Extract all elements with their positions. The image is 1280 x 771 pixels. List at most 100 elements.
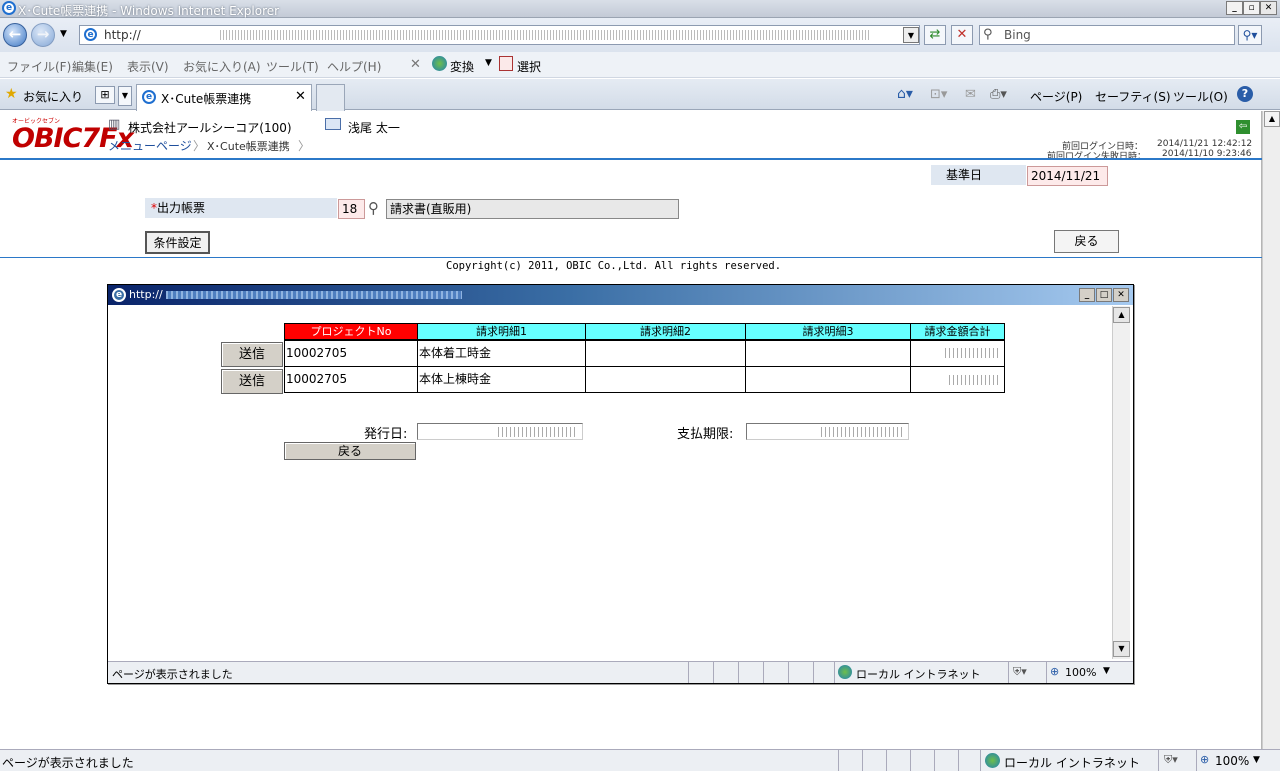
- issue-date-field[interactable]: [417, 423, 583, 440]
- send-button-1[interactable]: 送信: [221, 342, 283, 367]
- table-row-2-project: 10002705: [284, 366, 418, 393]
- protected-mode-icon[interactable]: ⛨▾: [1164, 753, 1178, 767]
- output-code-field[interactable]: 18: [338, 199, 365, 219]
- tab-list-icon[interactable]: ▼: [118, 86, 132, 106]
- minimize-icon[interactable]: _: [1226, 1, 1243, 15]
- zoom-dropdown-icon[interactable]: ▼: [1253, 755, 1260, 765]
- status-seg-5: [934, 750, 935, 771]
- menu-favorites[interactable]: お気に入り(A): [183, 58, 261, 75]
- base-date-field[interactable]: 2014/11/21: [1027, 166, 1108, 186]
- table-row-1-detail2: [585, 340, 746, 367]
- help-icon[interactable]: ?: [1237, 86, 1253, 102]
- popup-status-seg-2: [713, 662, 714, 683]
- user-name: 浅尾 太一: [348, 121, 400, 135]
- popup-minimize-icon[interactable]: _: [1079, 288, 1095, 302]
- main-scrollbar[interactable]: ▲: [1262, 111, 1280, 749]
- header-divider: [0, 158, 1262, 160]
- tab-close-icon[interactable]: ✕: [295, 89, 306, 104]
- address-row: ← → ▼ e http:// ▼ ⇄ ✕ ⚲ Bing ⚲▾: [0, 18, 1280, 52]
- mail-icon[interactable]: ✉: [965, 87, 976, 102]
- page-menu[interactable]: ページ(P): [1030, 88, 1082, 105]
- back-nav-icon[interactable]: ←: [3, 23, 27, 47]
- breadcrumb-menu-link[interactable]: メニューページ: [108, 137, 192, 154]
- select-button[interactable]: 選択: [517, 58, 541, 75]
- forward-nav-icon[interactable]: →: [31, 23, 55, 47]
- due-date-field[interactable]: [746, 423, 909, 440]
- select-icon: [499, 56, 513, 71]
- menu-view[interactable]: 表示(V): [127, 58, 169, 75]
- status-seg-8: [1158, 750, 1159, 771]
- quick-tabs-icon[interactable]: ⊞: [95, 86, 115, 104]
- due-date-label: 支払期限:: [677, 427, 734, 442]
- print-icon[interactable]: ⎙▾: [990, 87, 1007, 102]
- address-dropdown-icon[interactable]: ▼: [903, 27, 919, 43]
- popup-zoom-icon[interactable]: ⊕: [1050, 665, 1059, 678]
- home-icon[interactable]: ⌂▾: [897, 86, 913, 102]
- popup-back-button[interactable]: 戻る: [284, 442, 416, 460]
- ie-logo-icon: e: [2, 1, 16, 15]
- company-icon: ▥: [108, 117, 121, 132]
- close-icon[interactable]: ✕: [1260, 1, 1277, 15]
- table-row-2-total: [910, 366, 1005, 393]
- popup-status-bar: ページが表示されました ローカル イントラネット ⛨▾ ⊕ 100% ▼: [108, 661, 1133, 683]
- zoom-text[interactable]: 100%: [1215, 754, 1249, 768]
- popup-status-seg-5: [788, 662, 789, 683]
- popup-scroll-up-icon[interactable]: ▲: [1113, 307, 1130, 323]
- popup-zoom-text[interactable]: 100%: [1065, 666, 1096, 679]
- condition-setting-button[interactable]: 条件設定: [145, 231, 210, 254]
- popup-status-seg-9: [1046, 662, 1047, 683]
- convert-button[interactable]: 変換: [450, 58, 474, 75]
- zoom-icon[interactable]: ⊕: [1200, 753, 1209, 766]
- back-button[interactable]: 戻る: [1054, 230, 1119, 253]
- feeds-icon[interactable]: ⊡▾: [930, 87, 947, 102]
- col-project-no: プロジェクトNo: [284, 323, 418, 340]
- popup-scrollbar[interactable]: ▲ ▼: [1112, 306, 1130, 659]
- menu-file[interactable]: ファイル(F): [7, 58, 71, 75]
- safety-menu[interactable]: セーフティ(S): [1095, 88, 1171, 105]
- convert-dropdown-icon[interactable]: ▼: [485, 58, 492, 68]
- total-blurred-2: [949, 375, 1001, 385]
- status-seg-7: [980, 750, 981, 771]
- refresh-icon[interactable]: ⇄: [924, 25, 946, 45]
- zone-text: ローカル イントラネット: [1004, 756, 1140, 770]
- scroll-up-icon[interactable]: ▲: [1264, 111, 1280, 127]
- menu-edit[interactable]: 編集(E): [72, 58, 113, 75]
- popup-titlebar: e http:// _ □ ✕: [108, 285, 1133, 305]
- status-seg-9: [1196, 750, 1197, 771]
- base-date-label: 基準日: [931, 165, 1026, 185]
- search-go-icon[interactable]: ⚲▾: [1238, 25, 1262, 45]
- lookup-search-icon[interactable]: ⚲: [368, 199, 379, 217]
- table-row-1-project: 10002705: [284, 340, 418, 367]
- popup-address-blurred: [166, 291, 462, 299]
- popup-close-icon[interactable]: ✕: [1113, 288, 1129, 302]
- popup-maximize-icon[interactable]: □: [1096, 288, 1112, 302]
- popup-scroll-down-icon[interactable]: ▼: [1113, 641, 1130, 657]
- toolbar-close-icon[interactable]: ✕: [410, 57, 421, 72]
- address-bar[interactable]: e http:// ▼: [79, 25, 920, 45]
- output-report-label: *出力帳票: [145, 198, 337, 218]
- send-button-2[interactable]: 送信: [221, 369, 283, 394]
- new-tab-button[interactable]: [316, 84, 345, 111]
- restore-icon[interactable]: ▫: [1243, 1, 1260, 15]
- menu-help[interactable]: ヘルプ(H): [327, 58, 381, 75]
- tab-ie-icon: e: [142, 90, 156, 104]
- col-total: 請求金額合計: [910, 323, 1005, 340]
- col-detail3: 請求明細3: [745, 323, 911, 340]
- favorites-button[interactable]: お気に入り: [23, 88, 83, 105]
- popup-zoom-dropdown-icon[interactable]: ▼: [1103, 666, 1110, 676]
- globe-icon: [432, 56, 447, 71]
- logout-icon[interactable]: ⇦: [1236, 120, 1250, 134]
- popup-ie-icon: e: [112, 288, 126, 302]
- popup-protected-icon[interactable]: ⛨▾: [1013, 665, 1027, 679]
- search-box[interactable]: ⚲ Bing: [979, 25, 1235, 45]
- history-dropdown-icon[interactable]: ▼: [60, 29, 67, 39]
- company-name: 株式会社アールシーコア(100): [128, 121, 292, 135]
- tab-active[interactable]: e X･Cute帳票連携 ✕: [136, 84, 312, 111]
- popup-status-seg-8: [1008, 662, 1009, 683]
- menu-tools[interactable]: ツール(T): [266, 58, 319, 75]
- table-row-1-total: [910, 340, 1005, 367]
- status-bar: ページが表示されました ローカル イントラネット ⛨▾ ⊕ 100% ▼: [0, 749, 1280, 771]
- stop-icon[interactable]: ✕: [951, 25, 973, 45]
- table-row-1-detail3: [745, 340, 911, 367]
- tools-menu[interactable]: ツール(O): [1173, 88, 1228, 105]
